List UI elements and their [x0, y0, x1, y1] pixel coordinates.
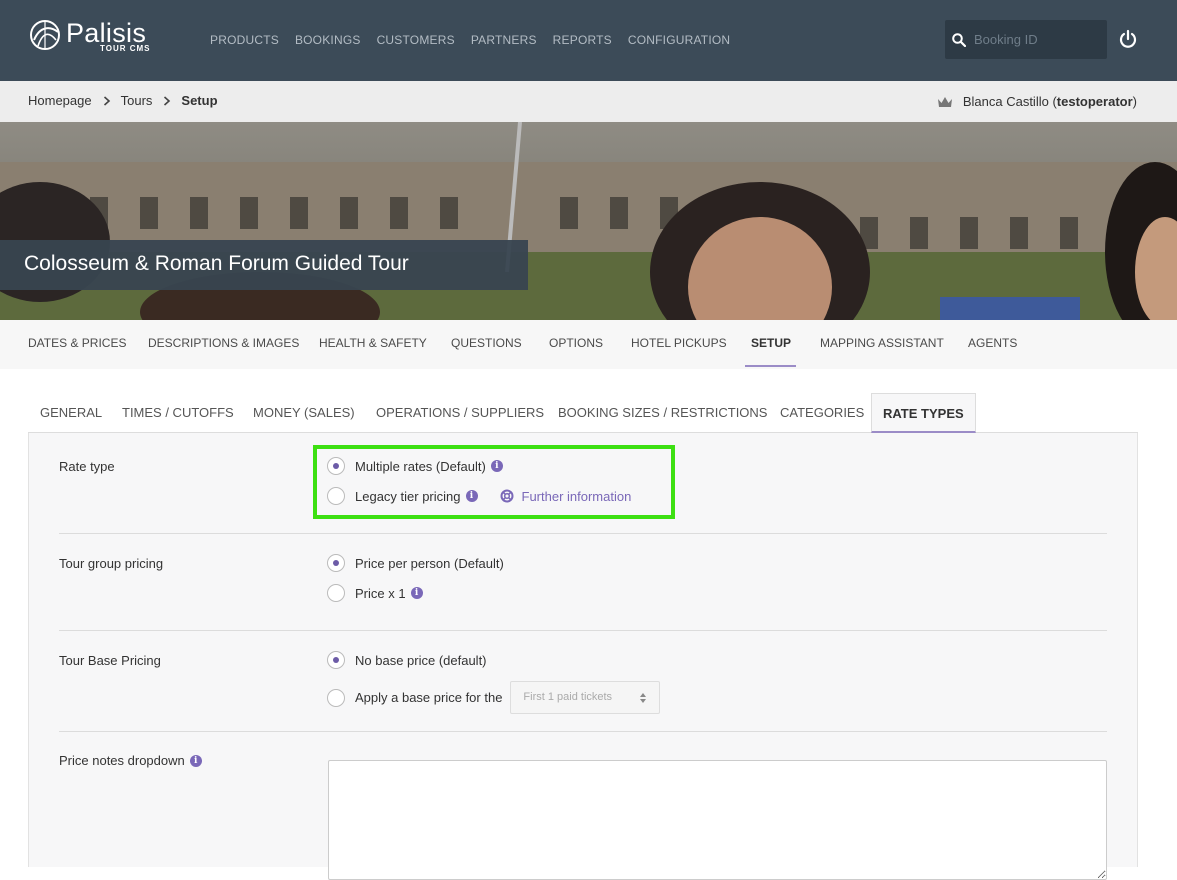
tab-operations-suppliers[interactable]: OPERATIONS / SUPPLIERS: [376, 405, 544, 420]
nav-configuration[interactable]: CONFIGURATION: [628, 33, 730, 47]
globe-logo-icon: [30, 20, 60, 50]
paid-tickets-select[interactable]: First 1 paid tickets: [510, 681, 661, 714]
booking-id-input[interactable]: [974, 32, 1094, 47]
radio-no-base-price[interactable]: [327, 651, 345, 669]
price-notes-textarea[interactable]: [328, 760, 1107, 880]
subnav-descriptions-images[interactable]: DESCRIPTIONS & IMAGES: [148, 336, 299, 350]
radio-apply-base-price[interactable]: [327, 688, 345, 707]
info-icon[interactable]: i: [410, 587, 423, 599]
select-arrows-icon: [640, 693, 647, 703]
highlight-box: [313, 445, 675, 519]
crown-icon: [937, 96, 952, 107]
chevron-right-icon: [164, 95, 171, 106]
tour-hero-image: Colosseum & Roman Forum Guided Tour: [0, 122, 1177, 320]
base-pricing-option-label: Apply a base price for the: [355, 690, 503, 705]
logo[interactable]: Palisis TOUR CMS: [28, 18, 151, 53]
search-icon[interactable]: [952, 32, 966, 47]
tour-title: Colosseum & Roman Forum Guided Tour: [0, 240, 528, 290]
nav-customers[interactable]: CUSTOMERS: [377, 33, 455, 47]
breadcrumb-current: Setup: [181, 93, 218, 108]
tab-booking-sizes[interactable]: BOOKING SIZES / RESTRICTIONS: [558, 405, 767, 420]
chevron-right-icon: [103, 95, 110, 106]
breadcrumb: Homepage Tours Setup: [28, 93, 218, 108]
price-notes-label: Price notes dropdown: [59, 753, 185, 768]
rate-type-label: Rate type: [59, 459, 115, 474]
subnav-mapping-assistant[interactable]: MAPPING ASSISTANT: [820, 336, 944, 350]
user-info[interactable]: Blanca Castillo (testoperator): [937, 94, 1137, 109]
group-pricing-option-per-person[interactable]: Price per person (Default): [327, 554, 504, 572]
group-pricing-option-x1[interactable]: Price x 1 i: [327, 584, 423, 602]
base-pricing-option-none[interactable]: No base price (default): [327, 651, 487, 669]
breadcrumb-homepage[interactable]: Homepage: [28, 93, 92, 108]
group-pricing-label: Tour group pricing: [59, 556, 164, 571]
tab-general[interactable]: GENERAL: [40, 405, 102, 420]
booking-search: [945, 20, 1107, 59]
user-name: Blanca Castillo: [962, 94, 1049, 109]
subnav-dates-prices[interactable]: DATES & PRICES: [28, 336, 126, 350]
user-account: testoperator: [1056, 94, 1133, 109]
nav-bookings[interactable]: BOOKINGS: [295, 33, 361, 47]
subnav-agents[interactable]: AGENTS: [968, 336, 1017, 350]
tab-categories[interactable]: CATEGORIES: [780, 405, 864, 420]
subnav-active-indicator: [745, 365, 796, 367]
tab-money-sales[interactable]: MONEY (SALES): [253, 405, 355, 420]
subnav-health-safety[interactable]: HEALTH & SAFETY: [319, 336, 427, 350]
power-logout-icon[interactable]: [1118, 29, 1138, 49]
nav-products[interactable]: PRODUCTS: [210, 33, 279, 47]
group-pricing-option-label: Price x 1: [355, 585, 406, 601]
base-pricing-label: Tour Base Pricing: [59, 653, 161, 668]
tab-rate-types[interactable]: RATE TYPES: [871, 393, 976, 433]
subnav-hotel-pickups[interactable]: HOTEL PICKUPS: [631, 336, 727, 350]
nav-reports[interactable]: REPORTS: [553, 33, 612, 47]
main-nav: PRODUCTS BOOKINGS CUSTOMERS PARTNERS REP…: [210, 33, 746, 47]
breadcrumb-tours[interactable]: Tours: [121, 93, 153, 108]
group-pricing-option-label: Price per person (Default): [355, 555, 504, 571]
breadcrumb-bar: Homepage Tours Setup Blanca Castillo (te…: [0, 81, 1177, 122]
nav-partners[interactable]: PARTNERS: [471, 33, 537, 47]
subnav-questions[interactable]: QUESTIONS: [451, 336, 522, 350]
tour-subnav: DATES & PRICES DESCRIPTIONS & IMAGES HEA…: [0, 320, 1177, 369]
radio-price-x1[interactable]: [327, 584, 345, 602]
colosseum-photo: [0, 122, 1177, 320]
setup-tabs: GENERAL TIMES / CUTOFFS MONEY (SALES) OP…: [28, 393, 1138, 433]
top-bar: Palisis TOUR CMS PRODUCTS BOOKINGS CUSTO…: [0, 0, 1177, 81]
paid-tickets-select-value: First 1 paid tickets: [523, 691, 613, 703]
base-pricing-option-apply[interactable]: Apply a base price for the First 1 paid …: [327, 681, 661, 714]
base-pricing-option-label: No base price (default): [355, 652, 487, 668]
radio-price-per-person[interactable]: [327, 554, 345, 572]
logo-subtitle: TOUR CMS: [100, 44, 151, 53]
subnav-setup[interactable]: SETUP: [751, 336, 791, 350]
tab-times-cutoffs[interactable]: TIMES / CUTOFFS: [122, 405, 234, 420]
group-pricing-row: Tour group pricing Price per person (Def…: [59, 534, 1107, 631]
info-icon[interactable]: i: [189, 754, 202, 767]
price-notes-label-wrap: Price notes dropdown i: [59, 753, 202, 768]
subnav-options[interactable]: OPTIONS: [549, 336, 603, 350]
base-pricing-row: Tour Base Pricing No base price (default…: [59, 631, 1107, 732]
